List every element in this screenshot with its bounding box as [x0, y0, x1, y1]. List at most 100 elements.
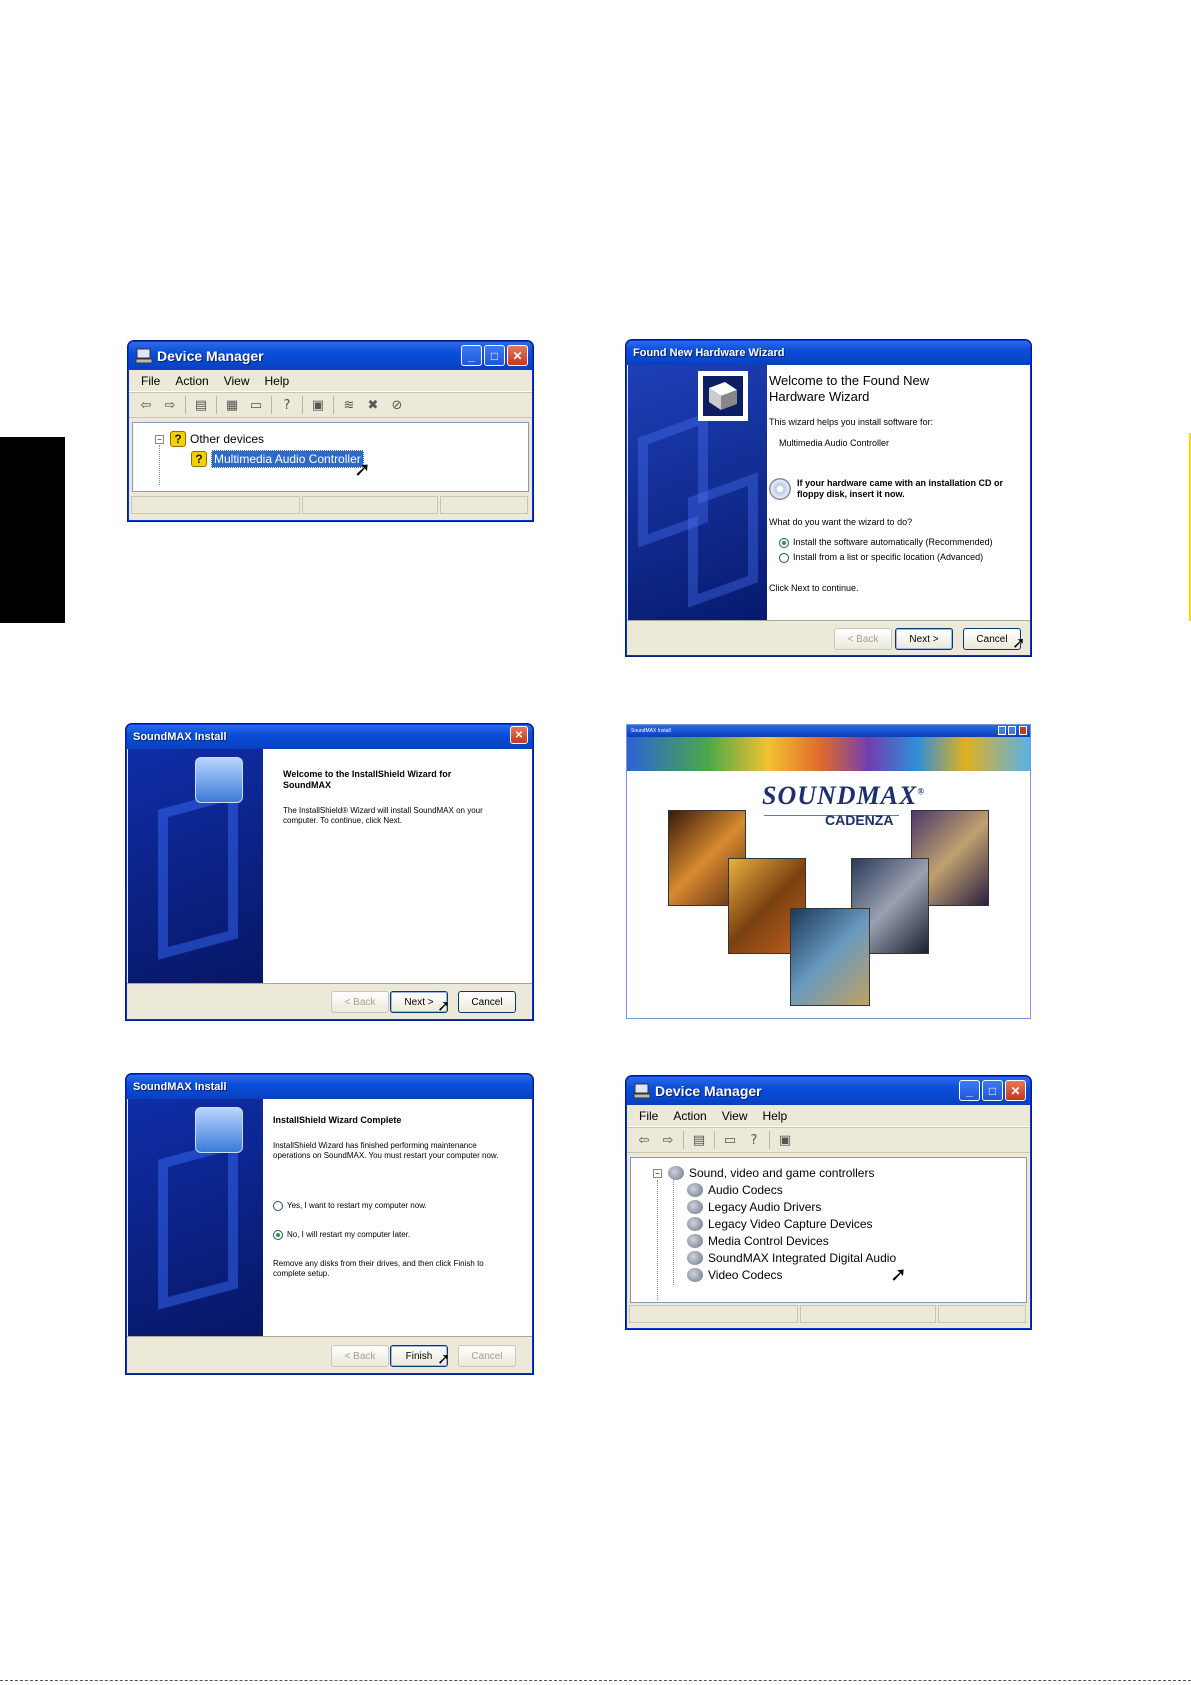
maximize-button[interactable]: □ — [484, 345, 505, 366]
menu-view[interactable]: View — [722, 1109, 748, 1123]
window-title: Device Manager — [157, 348, 264, 364]
wizard-content: InstallShield Wizard Complete InstallShi… — [263, 1099, 532, 1336]
help-icon[interactable]: ? — [278, 397, 296, 413]
monitor-icon[interactable]: ▣ — [776, 1132, 794, 1148]
title-bar[interactable]: Device Manager _ □ ✕ — [627, 1077, 1030, 1105]
option-restart-later[interactable]: No, I will restart my computer later. — [273, 1230, 410, 1240]
next-button[interactable]: Next > — [895, 628, 953, 650]
menu-file[interactable]: File — [639, 1109, 658, 1123]
menu-bar: File Action View Help — [129, 370, 532, 392]
installshield-logo-icon — [195, 1107, 243, 1153]
window-title: SoundMAX Install — [133, 1081, 227, 1093]
wizard-heading: Welcome to the InstallShield Wizard for … — [283, 769, 452, 790]
hardware-wizard-icon — [698, 371, 748, 421]
maximize-button[interactable] — [1008, 726, 1016, 735]
radio-list[interactable] — [779, 552, 789, 563]
back-icon[interactable]: ⇦ — [137, 397, 155, 413]
wizard-body: InstallShield Wizard has finished perfor… — [273, 1141, 499, 1160]
found-new-hardware-window: Found New Hardware Wizard Welcome to the… — [626, 340, 1031, 656]
cancel-button[interactable]: Cancel — [458, 991, 516, 1013]
back-icon[interactable]: ⇦ — [635, 1132, 653, 1148]
menu-file[interactable]: File — [141, 374, 160, 388]
back-button[interactable]: < Back — [834, 628, 892, 650]
installshield-logo-icon — [195, 757, 243, 803]
back-button[interactable]: < Back — [331, 1345, 389, 1367]
back-button[interactable]: < Back — [331, 991, 389, 1013]
title-bar[interactable]: SoundMAX Install — [627, 725, 1030, 737]
selected-device-label: Multimedia Audio Controller — [211, 450, 364, 468]
print-icon[interactable]: ▭ — [721, 1132, 739, 1148]
close-button[interactable]: ✕ — [510, 726, 528, 744]
forward-icon[interactable]: ⇨ — [659, 1132, 677, 1148]
menu-action[interactable]: Action — [673, 1109, 706, 1123]
continue-text: Click Next to continue. — [769, 583, 859, 593]
tree-node-other-devices[interactable]: − ? Other devices — [155, 431, 264, 447]
speaker-device-icon — [687, 1251, 703, 1265]
toolbar: ⇦ ⇨ ▤ ▦ ▭ ? ▣ ≋ ✖ ⊘ — [129, 392, 532, 418]
close-button[interactable]: ✕ — [1005, 1080, 1026, 1101]
close-button[interactable] — [1019, 726, 1027, 735]
option-restart-now[interactable]: Yes, I want to restart my computer now. — [273, 1201, 427, 1211]
tree-item-soundmax-audio[interactable]: SoundMAX Integrated Digital Audio — [687, 1251, 896, 1265]
cd-notice: If your hardware came with an installati… — [797, 478, 1004, 499]
monitor-icon[interactable]: ▣ — [309, 397, 327, 413]
uninstall-icon[interactable]: ✖ — [364, 397, 382, 413]
soundmax-install-complete-window: SoundMAX Install InstallShield Wizard Co… — [126, 1074, 533, 1374]
title-bar[interactable]: Found New Hardware Wizard — [627, 341, 1030, 365]
help-icon[interactable]: ? — [745, 1132, 763, 1148]
tree-item-video-codecs[interactable]: Video Codecs — [687, 1268, 783, 1282]
mouse-cursor-icon: ➚ — [1012, 633, 1026, 652]
wizard-body: The InstallShield® Wizard will install S… — [283, 806, 483, 825]
speaker-device-icon — [687, 1217, 703, 1231]
menu-action[interactable]: Action — [175, 374, 208, 388]
option-auto[interactable]: Install the software automatically (Reco… — [779, 537, 993, 548]
forward-icon[interactable]: ⇨ — [161, 397, 179, 413]
wizard-side-banner — [628, 365, 767, 620]
scan-hardware-icon[interactable]: ≋ — [340, 397, 358, 413]
radio-auto[interactable] — [779, 537, 789, 548]
cancel-button[interactable]: Cancel — [458, 1345, 516, 1367]
minimize-button[interactable]: _ — [959, 1080, 980, 1101]
computer-icon — [633, 1083, 651, 1099]
window-title: Device Manager — [655, 1083, 762, 1099]
wizard-footer: < Back Finish Cancel ➚ — [127, 1336, 532, 1373]
show-hide-tree-icon[interactable]: ▤ — [690, 1132, 708, 1148]
window-title: SoundMAX Install — [631, 728, 671, 734]
show-hide-tree-icon[interactable]: ▤ — [192, 397, 210, 413]
collapse-icon[interactable]: − — [653, 1168, 662, 1178]
title-bar[interactable]: SoundMAX Install ✕ — [127, 725, 532, 749]
minimize-button[interactable]: _ — [461, 345, 482, 366]
cadenza-subtitle: CADENZA — [825, 812, 894, 828]
tree-item-legacy-video-capture[interactable]: Legacy Video Capture Devices — [687, 1217, 873, 1231]
mouse-cursor-icon: ➚ — [437, 996, 451, 1015]
menu-help[interactable]: Help — [763, 1109, 788, 1123]
device-name: Multimedia Audio Controller — [779, 438, 890, 448]
wizard-intro: This wizard helps you install software f… — [769, 417, 934, 427]
close-button[interactable]: ✕ — [507, 345, 528, 366]
maximize-button[interactable]: □ — [982, 1080, 1003, 1101]
tree-node-multimedia-audio[interactable]: ? Multimedia Audio Controller — [191, 450, 364, 468]
device-manager-window: Device Manager _ □ ✕ File Action View He… — [128, 341, 533, 521]
tree-item-audio-codecs[interactable]: Audio Codecs — [687, 1183, 783, 1197]
radio-restart-now[interactable] — [273, 1201, 283, 1211]
option-list[interactable]: Install from a list or specific location… — [779, 552, 983, 563]
title-bar[interactable]: SoundMAX Install — [127, 1075, 532, 1099]
computer-icon — [135, 348, 153, 364]
window-title: SoundMAX Install — [133, 731, 227, 743]
disable-icon[interactable]: ⊘ — [388, 397, 406, 413]
tree-item-media-control[interactable]: Media Control Devices — [687, 1234, 829, 1248]
tree-node-sound-video[interactable]: − Sound, video and game controllers — [653, 1166, 874, 1180]
menu-help[interactable]: Help — [265, 374, 290, 388]
minimize-button[interactable] — [998, 726, 1006, 735]
properties-icon[interactable]: ▦ — [223, 397, 241, 413]
color-band-banner — [627, 737, 1030, 771]
title-bar[interactable]: Device Manager _ □ ✕ — [129, 342, 532, 370]
speaker-device-icon — [687, 1183, 703, 1197]
print-icon[interactable]: ▭ — [247, 397, 265, 413]
wizard-heading: InstallShield Wizard Complete — [273, 1115, 402, 1125]
wizard-question: What do you want the wizard to do? — [769, 517, 913, 527]
radio-restart-later[interactable] — [273, 1230, 283, 1240]
collapse-icon[interactable]: − — [155, 434, 164, 444]
menu-view[interactable]: View — [224, 374, 250, 388]
tree-item-legacy-audio-drivers[interactable]: Legacy Audio Drivers — [687, 1200, 821, 1214]
